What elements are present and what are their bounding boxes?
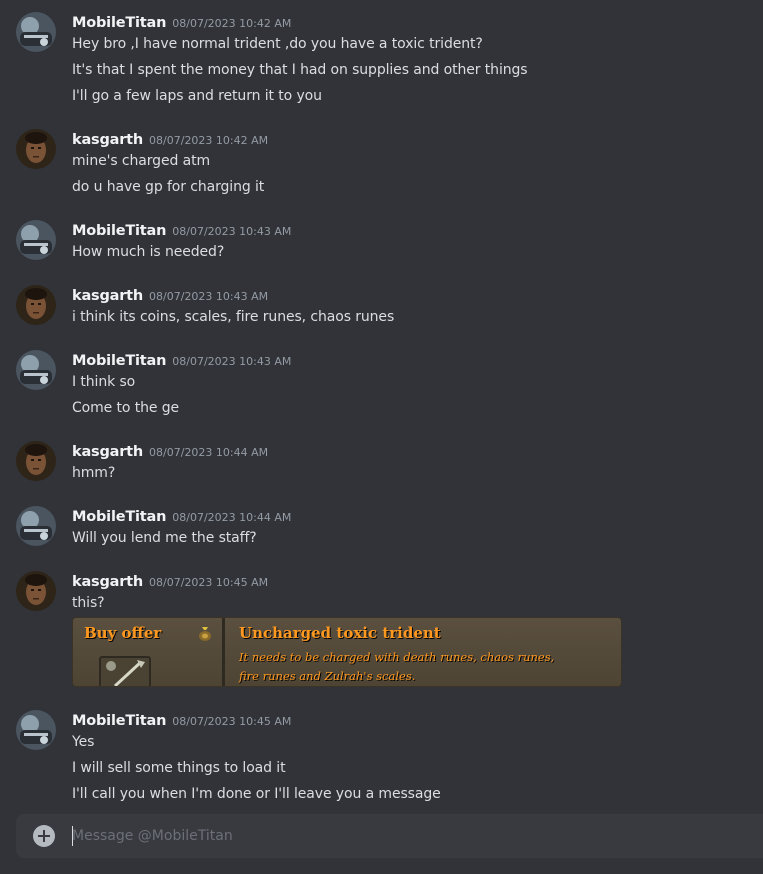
message-header: MobileTitan 08/07/2023 10:43 AM [72,220,292,239]
message-text: It's that I spent the money that I had o… [72,62,528,78]
item-slot [99,656,151,686]
username[interactable]: kasgarth [72,132,143,148]
message-text: Yes [72,734,95,750]
message-header: MobileTitan 08/07/2023 10:43 AM [72,350,292,369]
message-header: MobileTitan 08/07/2023 10:44 AM [72,506,292,525]
buy-offer-heading: Buy offer [84,624,162,642]
timestamp: 08/07/2023 10:43 AM [172,225,292,238]
message-text: I'll go a few laps and return it to you [72,88,322,104]
timestamp: 08/07/2023 10:43 AM [149,290,269,303]
item-description: fire runes and Zulrah's scales. [239,669,416,683]
username[interactable]: MobileTitan [72,713,166,729]
username[interactable]: kasgarth [72,574,143,590]
message-header: kasgarth 08/07/2023 10:44 AM [72,441,269,460]
message-text: hmm? [72,465,116,481]
kasgarth-avatar[interactable] [16,441,56,481]
message-text: mine's charged atm [72,153,211,169]
trident-icon [106,660,145,686]
mobiletitan-avatar[interactable] [16,12,56,52]
item-name: Uncharged toxic trident [239,624,441,642]
kasgarth-avatar[interactable] [16,129,56,169]
username[interactable]: kasgarth [72,444,143,460]
message-header: kasgarth 08/07/2023 10:42 AM [72,129,269,148]
message-header: kasgarth 08/07/2023 10:43 AM [72,285,269,304]
message-text: I'll call you when I'm done or I'll leav… [72,786,441,802]
username[interactable]: MobileTitan [72,15,166,31]
message-input[interactable] [72,822,752,850]
message-composer [16,814,763,858]
plus-circle-icon[interactable] [33,825,55,847]
timestamp: 08/07/2023 10:45 AM [149,576,269,589]
coin-bag-icon [198,625,212,645]
username[interactable]: kasgarth [72,288,143,304]
message-text: i think its coins, scales, fire runes, c… [72,309,395,325]
username[interactable]: MobileTitan [72,509,166,525]
item-description: It needs to be charged with death runes,… [239,650,555,664]
message-header: kasgarth 08/07/2023 10:45 AM [72,571,269,590]
timestamp: 08/07/2023 10:45 AM [172,715,292,728]
timestamp: 08/07/2023 10:44 AM [149,446,269,459]
message-text: I think so [72,374,136,390]
message-text: this? [72,595,105,611]
mobiletitan-avatar[interactable] [16,350,56,390]
message-list[interactable]: MobileTitan 08/07/2023 10:42 AM Hey bro ,… [0,0,763,812]
buy-offer-panel: Buy offer [73,618,225,686]
timestamp: 08/07/2023 10:44 AM [172,511,292,524]
message-header: MobileTitan 08/07/2023 10:45 AM [72,710,292,729]
username[interactable]: MobileTitan [72,223,166,239]
message-text: I will sell some things to load it [72,760,286,776]
timestamp: 08/07/2023 10:43 AM [172,355,292,368]
message-text: do u have gp for charging it [72,179,265,195]
mobiletitan-avatar[interactable] [16,506,56,546]
timestamp: 08/07/2023 10:42 AM [149,134,269,147]
message-text: Hey bro ,I have normal trident ,do you h… [72,36,483,52]
message-text: Come to the ge [72,400,180,416]
message-header: MobileTitan 08/07/2023 10:42 AM [72,12,292,31]
mobiletitan-avatar[interactable] [16,710,56,750]
message-text: How much is needed? [72,244,225,260]
mobiletitan-avatar[interactable] [16,220,56,260]
username[interactable]: MobileTitan [72,353,166,369]
timestamp: 08/07/2023 10:42 AM [172,17,292,30]
image-attachment[interactable]: Buy offer Uncharged toxic trident It nee… [72,617,622,687]
message-text: Will you lend me the staff? [72,530,257,546]
kasgarth-avatar[interactable] [16,571,56,611]
kasgarth-avatar[interactable] [16,285,56,325]
text-caret [72,826,73,846]
